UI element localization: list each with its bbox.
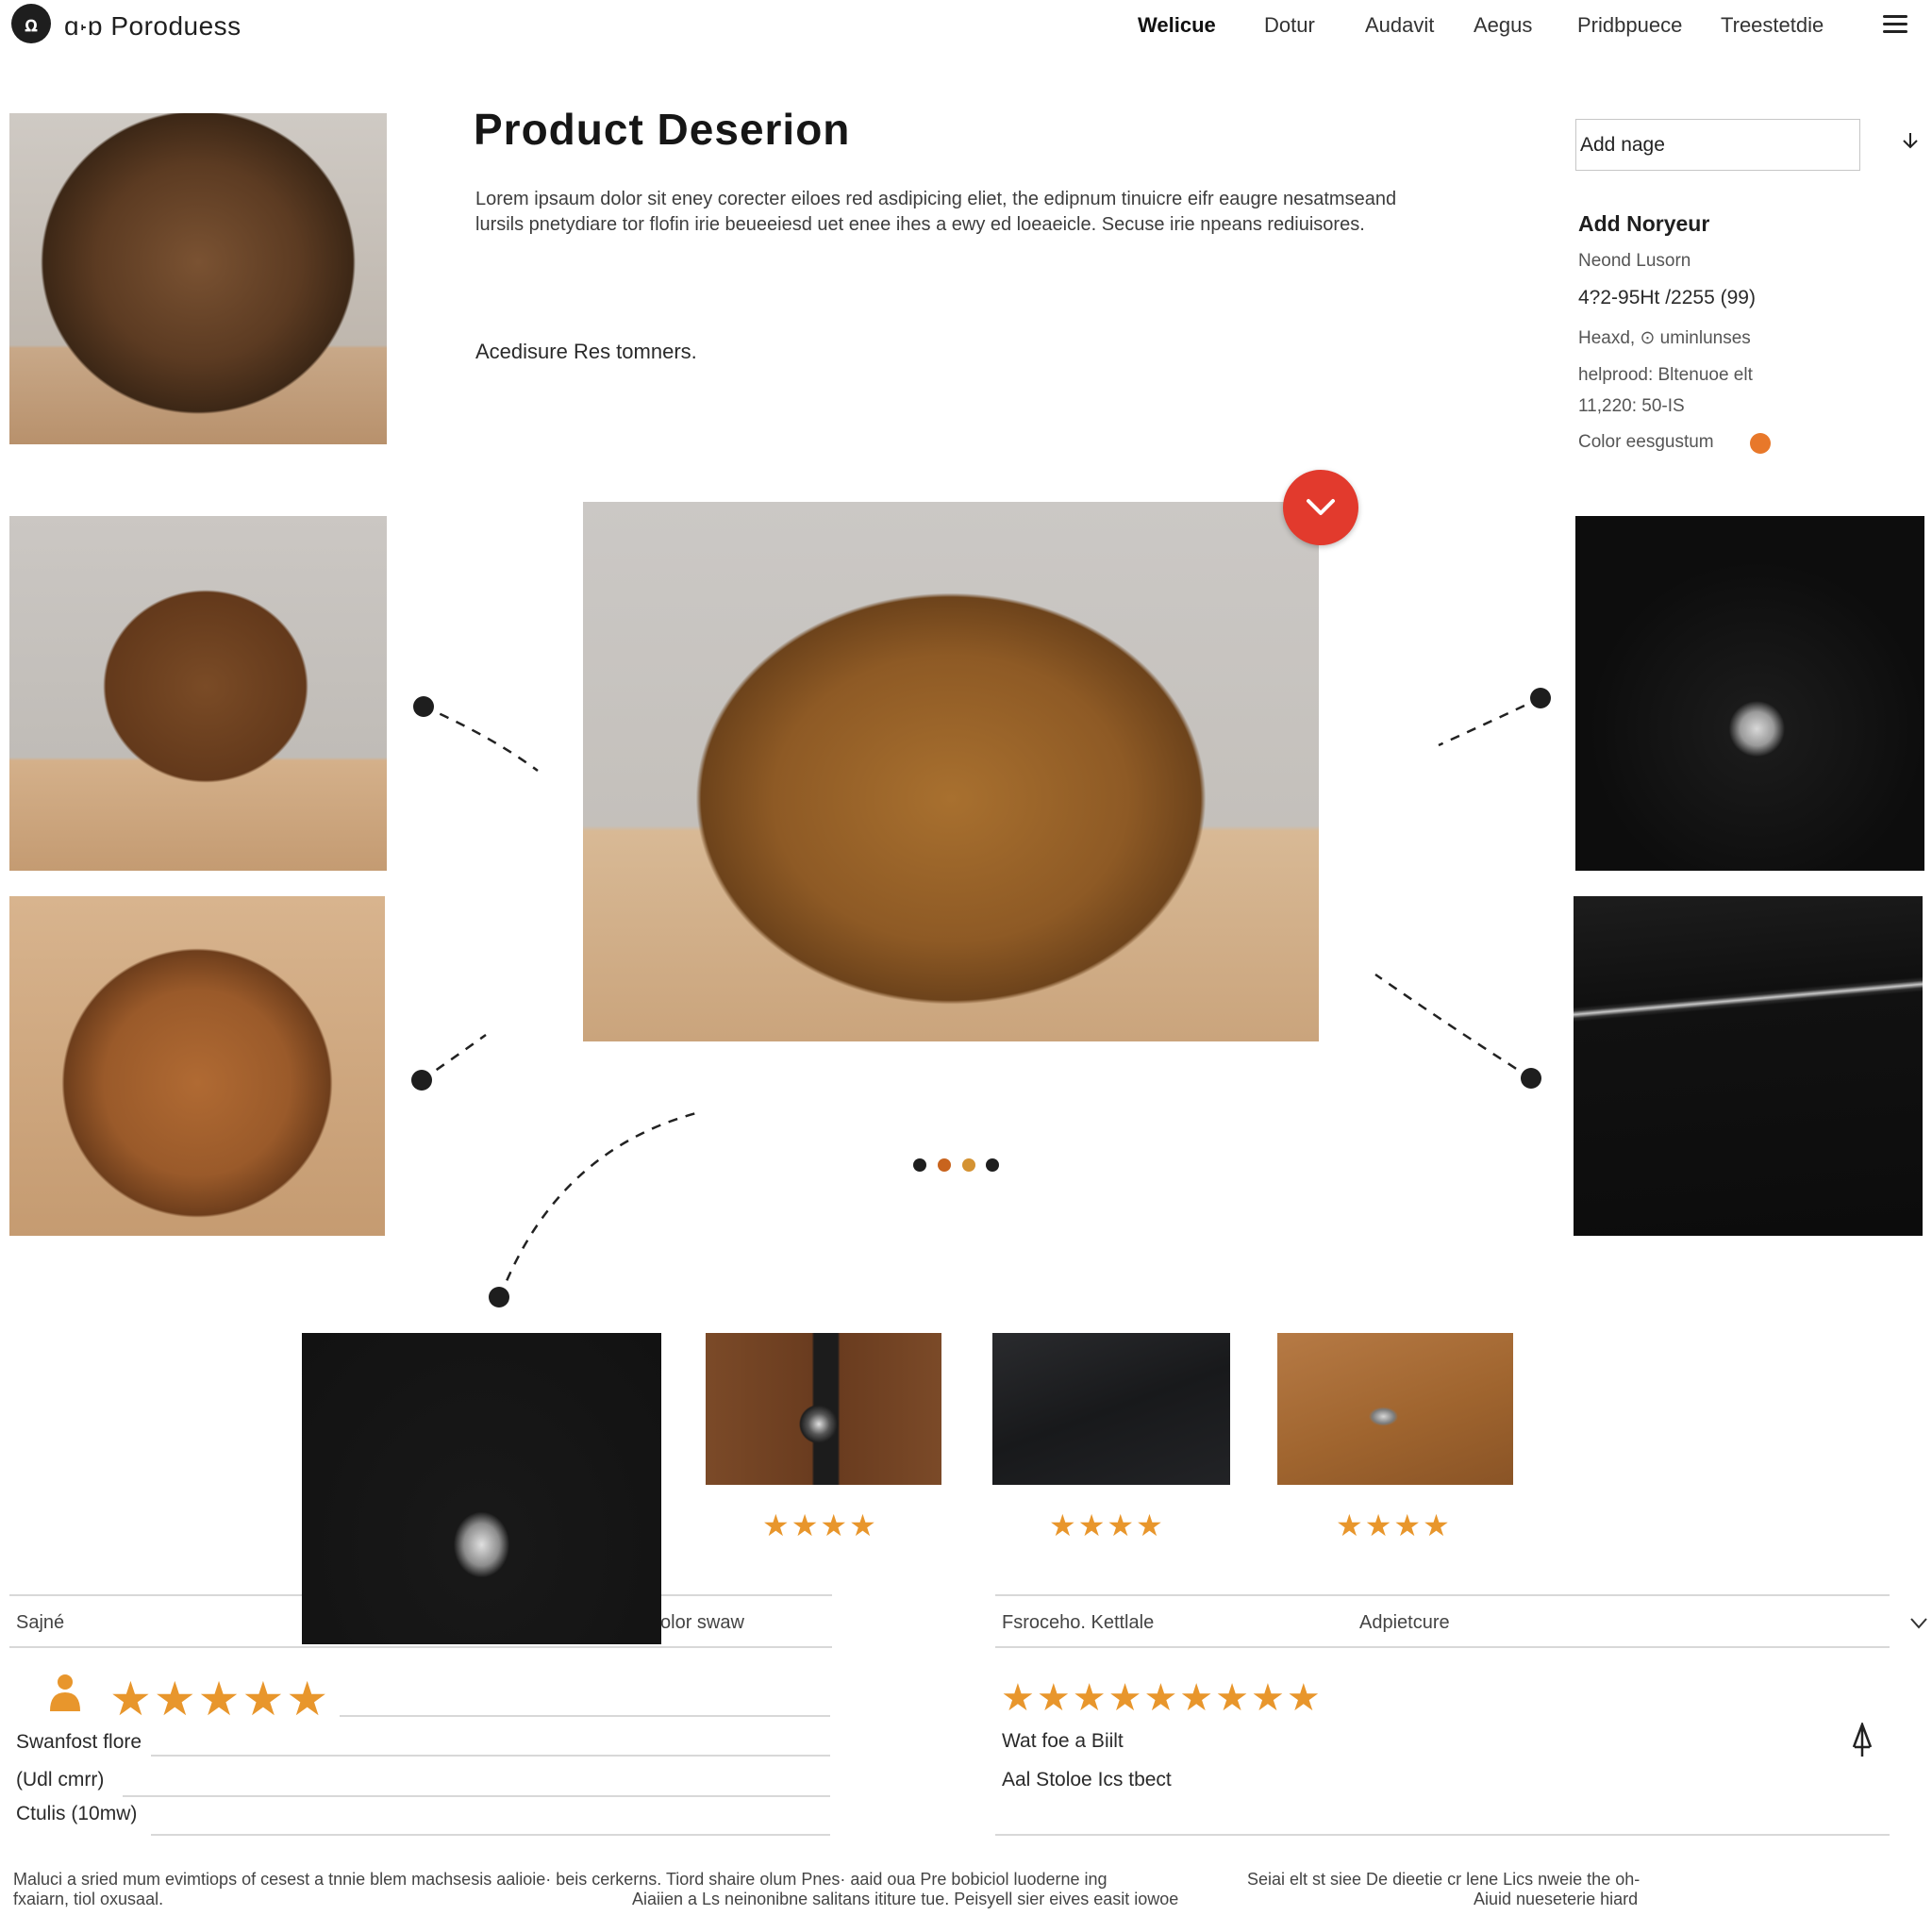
product-photo-backpack[interactable] bbox=[9, 113, 387, 444]
spec-line: Neond Lusorn bbox=[1578, 251, 1691, 271]
divider bbox=[995, 1646, 1890, 1648]
thumbnail-rating: ★★★★ bbox=[762, 1508, 878, 1542]
brand-logo-icon[interactable]: ꭥ bbox=[11, 4, 51, 43]
hamburger-menu-icon[interactable] bbox=[1883, 15, 1907, 34]
spec-code: 4?2-95Ht /2255 (99) bbox=[1578, 287, 1756, 308]
review-row: (Udl cmrr) bbox=[16, 1769, 105, 1790]
nav-item-dotur[interactable]: Dotur bbox=[1264, 13, 1315, 38]
hotspot-dot[interactable] bbox=[1530, 688, 1551, 708]
nav-item-treestetdie[interactable]: Treestetdie bbox=[1721, 13, 1824, 38]
spec-line: 11,220: 50-IS bbox=[1578, 396, 1685, 416]
thumbnail-tan-strap[interactable] bbox=[1277, 1333, 1513, 1485]
review-row: Swanfost flore bbox=[16, 1731, 142, 1753]
nav-item-pridbpuece[interactable]: Pridbpuece bbox=[1577, 13, 1682, 38]
carousel-dot-1[interactable] bbox=[913, 1158, 926, 1172]
product-photo-crossbody[interactable] bbox=[9, 516, 387, 871]
page-title: Product Deserion bbox=[474, 105, 851, 154]
review-stars: ★★★★★ bbox=[109, 1673, 331, 1725]
brand-name[interactable]: ɑ꭫ɒ Poroduess bbox=[64, 8, 242, 43]
review-row: Ctulis (10mw) bbox=[16, 1803, 138, 1824]
review-row: Aal Stoloe Ics tbect bbox=[1002, 1769, 1172, 1790]
detail-photo-zipper[interactable] bbox=[1574, 896, 1923, 1236]
footer-text: fxaiarn, tiol oxusaal. bbox=[13, 1890, 164, 1908]
chevron-down-icon[interactable] bbox=[1902, 132, 1919, 149]
user-icon bbox=[50, 1674, 80, 1711]
footer-text: Maluci a sried mum evimtiops of cesest a… bbox=[13, 1870, 1108, 1889]
review-stars: ★★★★★★★★★ bbox=[1001, 1677, 1323, 1719]
favorite-button[interactable] bbox=[1283, 470, 1358, 545]
divider bbox=[123, 1795, 830, 1797]
thumbnail-strap-ring[interactable] bbox=[302, 1333, 661, 1644]
thumbnail-buckle[interactable] bbox=[706, 1333, 941, 1485]
thumbnail-rating: ★★★★ bbox=[1336, 1508, 1452, 1542]
nav-item-audavit[interactable]: Audavit bbox=[1365, 13, 1434, 38]
hotspot-dot[interactable] bbox=[411, 1070, 432, 1091]
carousel-dot-4[interactable] bbox=[986, 1158, 999, 1172]
option-select[interactable]: Add nage bbox=[1575, 119, 1860, 171]
divider bbox=[340, 1715, 830, 1717]
spec-line: Heaxd, ⊙ uminlunses bbox=[1578, 328, 1751, 348]
hotspot-dot[interactable] bbox=[1521, 1068, 1541, 1089]
review-col-header[interactable]: Fsroceho. Kettlale bbox=[1002, 1612, 1154, 1634]
color-swatch[interactable] bbox=[1750, 433, 1771, 454]
color-label: Color eesgustum bbox=[1578, 432, 1714, 452]
detail-photo-ring[interactable] bbox=[1575, 516, 1924, 871]
main-product-image[interactable] bbox=[583, 502, 1319, 1041]
thumbnail-rating: ★★★★ bbox=[1049, 1508, 1165, 1542]
divider bbox=[151, 1834, 830, 1836]
review-col-header[interactable]: Adpietcure bbox=[1359, 1612, 1450, 1634]
divider bbox=[9, 1646, 832, 1648]
review-row: Wat foe a Biilt bbox=[1002, 1730, 1124, 1752]
nav-item-welicue[interactable]: Welicue bbox=[1138, 13, 1216, 38]
review-col-header[interactable]: Sajné bbox=[16, 1612, 64, 1634]
options-heading: Add Noryeur bbox=[1578, 211, 1710, 236]
footer-text: Aiuid nueseterie hiard bbox=[1474, 1890, 1639, 1908]
footer-text: Aiaiien a Ls neinonibne salitans ititure… bbox=[632, 1890, 1179, 1908]
divider bbox=[995, 1594, 1890, 1596]
chevron-down-icon[interactable] bbox=[1909, 1616, 1928, 1631]
divider bbox=[995, 1834, 1890, 1836]
nav-item-aegus[interactable]: Aegus bbox=[1474, 13, 1532, 38]
product-subline[interactable]: Acedisure Res tomners. bbox=[475, 340, 697, 364]
product-photo-shoe[interactable] bbox=[9, 896, 385, 1236]
hotspot-dot[interactable] bbox=[489, 1287, 509, 1307]
divider bbox=[151, 1755, 830, 1757]
carousel-dot-2[interactable] bbox=[938, 1158, 951, 1172]
thumbnail-fabric[interactable] bbox=[992, 1333, 1230, 1485]
hotspot-dot[interactable] bbox=[413, 696, 434, 717]
chevron-down-icon bbox=[1307, 499, 1335, 515]
carousel-dot-3[interactable] bbox=[962, 1158, 975, 1172]
footer-text: Seiai elt st siee De dieetie cr lene Lic… bbox=[1247, 1870, 1641, 1889]
review-col-header[interactable]: olor swaw bbox=[660, 1612, 744, 1634]
arrow-up-icon[interactable] bbox=[1851, 1723, 1874, 1758]
spec-line: helprood: Bltenuoe elt bbox=[1578, 365, 1753, 385]
product-description: Lorem ipsaum dolor sit eney corecter eil… bbox=[475, 189, 1397, 235]
